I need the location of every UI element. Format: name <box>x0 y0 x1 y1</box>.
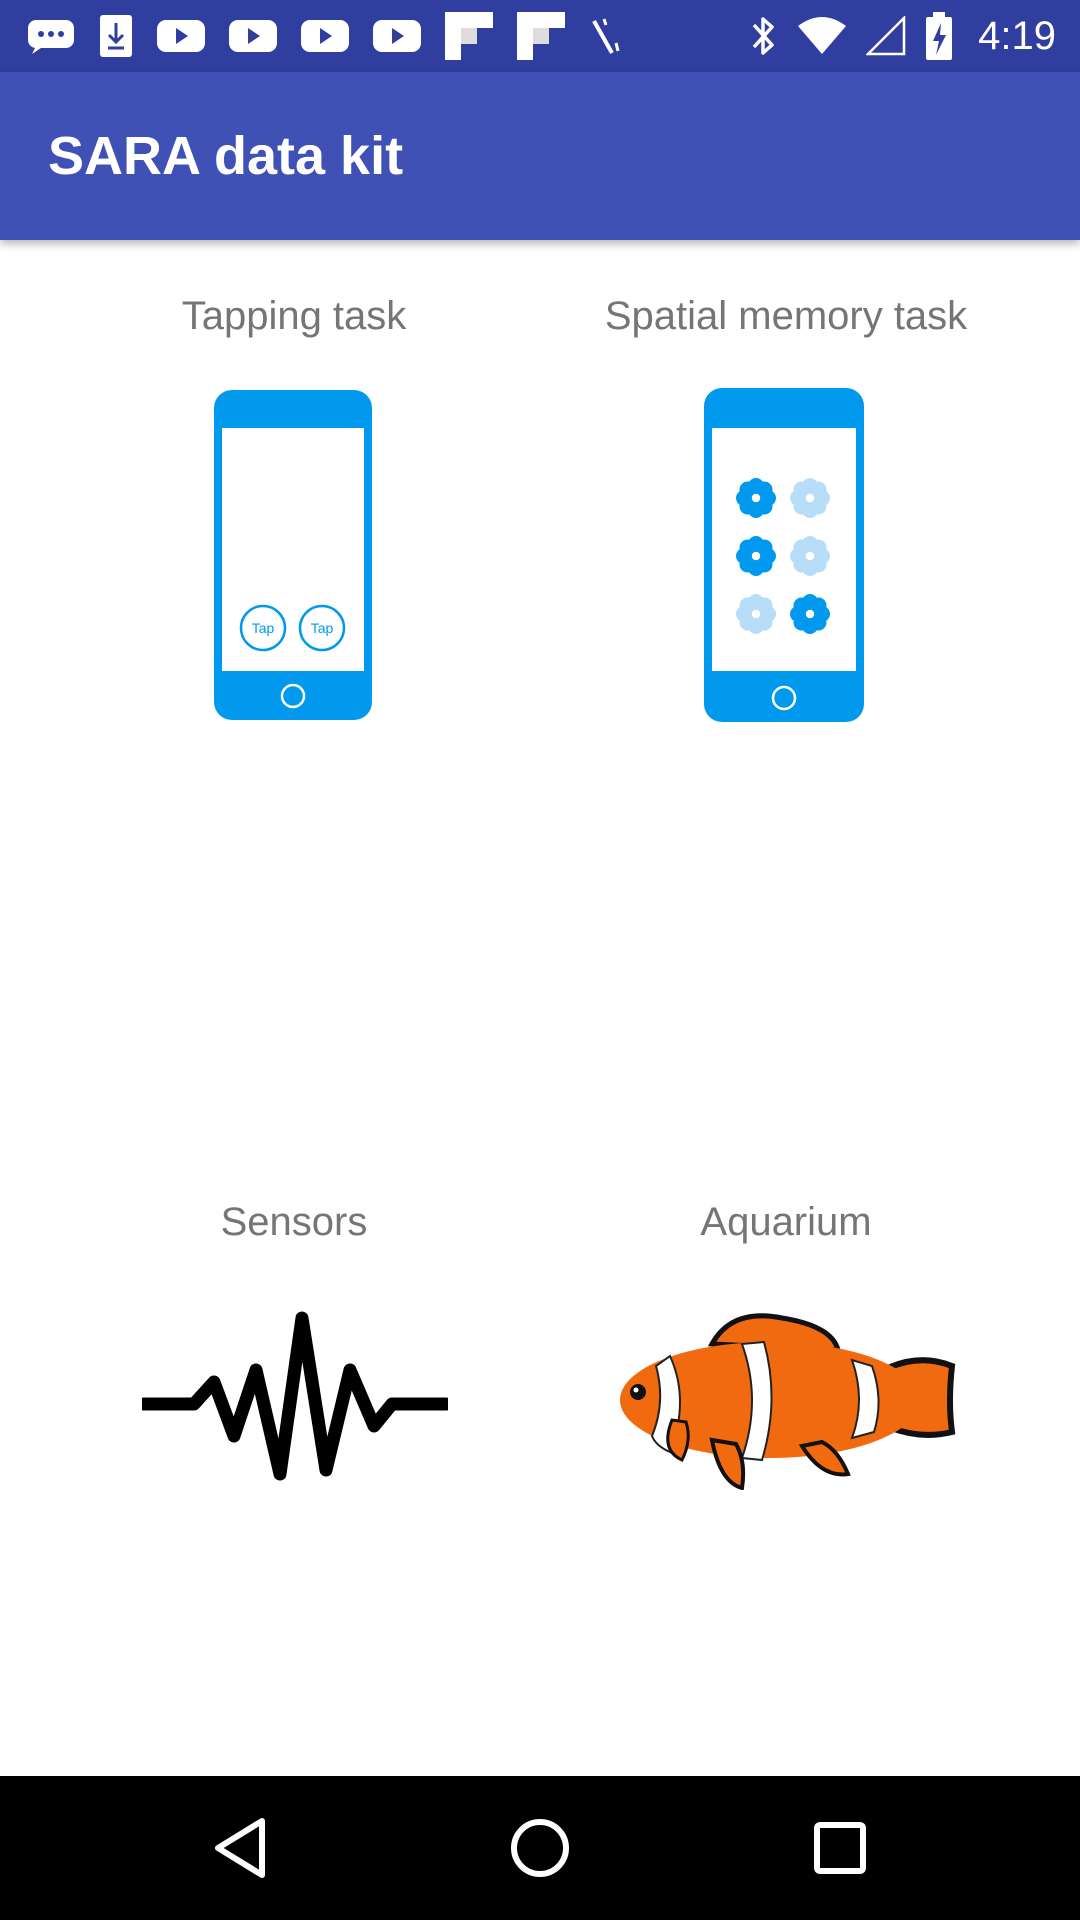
youtube-icon <box>373 20 421 52</box>
tool-icon <box>592 18 620 54</box>
cell-signal-icon <box>866 16 906 56</box>
recents-button[interactable] <box>800 1808 880 1888</box>
tile-tapping-task[interactable]: Tapping task Tap Tap <box>24 240 564 800</box>
tap-label: Tap <box>311 620 334 636</box>
tile-aquarium[interactable]: Aquarium <box>516 1200 1056 1620</box>
home-button[interactable] <box>500 1808 580 1888</box>
phone-tap-icon: Tap Tap <box>214 390 372 720</box>
wifi-icon <box>798 17 847 54</box>
download-icon <box>100 15 132 57</box>
tap-label: Tap <box>252 620 275 636</box>
tap-button-icon: Tap <box>239 604 287 652</box>
clownfish-icon <box>620 1313 956 1490</box>
flipboard-icon <box>445 12 493 60</box>
app-bar: SARA data kit <box>0 72 1080 240</box>
flower-icon <box>736 536 776 576</box>
battery-charging-icon <box>926 12 953 60</box>
tap-button-icon: Tap <box>298 604 346 652</box>
bluetooth-icon <box>752 17 774 55</box>
tile-label: Spatial memory task <box>604 294 968 338</box>
tile-sensors[interactable]: Sensors <box>24 1200 564 1620</box>
tile-label: Sensors <box>220 1200 368 1244</box>
flower-icon <box>736 594 776 634</box>
tile-label: Tapping task <box>181 294 407 338</box>
youtube-icon <box>157 20 205 52</box>
youtube-icon <box>229 20 277 52</box>
system-icons: 4:19 <box>750 0 1056 72</box>
notification-icons <box>26 0 624 72</box>
status-bar: 4:19 <box>0 0 1080 72</box>
app-title: SARA data kit <box>48 126 404 186</box>
youtube-icon <box>301 20 349 52</box>
flower-icon <box>736 478 776 518</box>
back-icon <box>215 1818 265 1878</box>
flower-icon <box>790 536 830 576</box>
flower-icon <box>790 478 830 518</box>
flower-icon <box>790 594 830 634</box>
home-icon <box>511 1819 569 1877</box>
flipboard-icon <box>517 12 565 60</box>
navigation-bar <box>0 1776 1080 1920</box>
tile-label: Aquarium <box>700 1200 872 1244</box>
back-button[interactable] <box>200 1808 280 1888</box>
phone-flowers-icon <box>704 388 864 722</box>
recents-icon <box>814 1822 866 1874</box>
chat-icon <box>28 20 74 54</box>
tile-spatial-memory-task[interactable]: Spatial memory task <box>516 240 1056 800</box>
waveform-icon <box>142 1311 448 1481</box>
task-grid: Tapping task Tap Tap Spatial memory task <box>0 240 1080 1776</box>
status-clock: 4:19 <box>978 13 1056 58</box>
